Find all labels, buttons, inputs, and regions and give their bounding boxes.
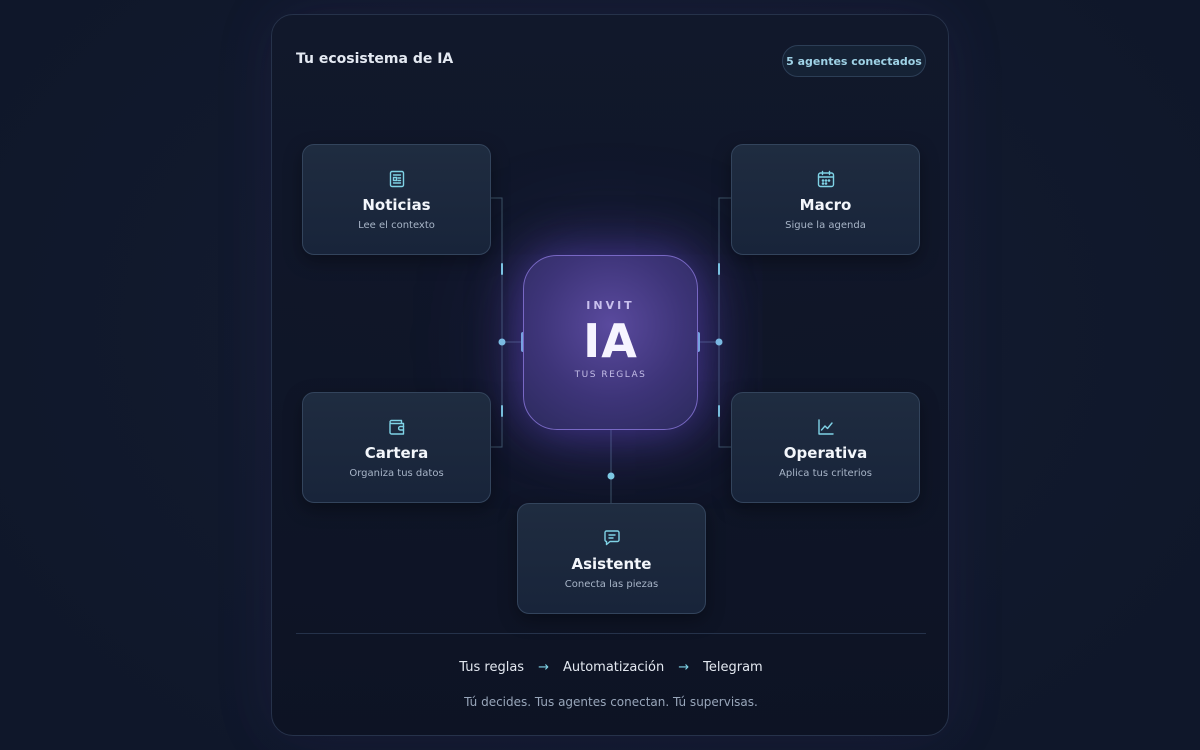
agent-card-cartera[interactable]: Cartera Organiza tus datos bbox=[302, 392, 491, 503]
flow-step-telegram: Telegram bbox=[703, 660, 763, 675]
agent-subtitle: Lee el contexto bbox=[358, 220, 435, 231]
agent-title: Cartera bbox=[364, 444, 429, 462]
agent-subtitle: Conecta las piezas bbox=[564, 579, 659, 590]
hub-title: IA bbox=[583, 314, 638, 368]
flow-step-rules: Tus reglas bbox=[459, 660, 525, 675]
hub-prefix: INVIT bbox=[586, 299, 635, 312]
ecosystem-panel: Tu ecosistema de IA 5 agentes conectados… bbox=[271, 14, 949, 736]
agent-card-operativa[interactable]: Operativa Aplica tus criterios bbox=[731, 392, 920, 503]
agent-title: Operativa bbox=[783, 444, 868, 462]
footer-divider bbox=[296, 633, 926, 634]
wallet-icon bbox=[387, 417, 407, 437]
connected-agents-badge[interactable]: 5 agentes conectados bbox=[782, 45, 926, 77]
agent-subtitle: Sigue la agenda bbox=[785, 220, 866, 231]
chat-icon bbox=[602, 528, 622, 548]
hub-subtitle: TUS REGLAS bbox=[574, 370, 647, 380]
agent-title: Noticias bbox=[362, 196, 431, 214]
agent-card-macro[interactable]: Macro Sigue la agenda bbox=[731, 144, 920, 255]
flow-step-automation: Automatización bbox=[562, 660, 665, 675]
arrow-right-icon: → bbox=[538, 660, 549, 675]
agent-subtitle: Aplica tus criterios bbox=[779, 468, 872, 479]
agent-card-asistente[interactable]: Asistente Conecta las piezas bbox=[517, 503, 706, 614]
ia-hub[interactable]: INVIT IA TUS REGLAS bbox=[523, 255, 698, 430]
panel-title: Tu ecosistema de IA bbox=[296, 51, 454, 67]
calendar-icon bbox=[816, 169, 836, 189]
arrow-right-icon: → bbox=[678, 660, 690, 675]
agent-title: Macro bbox=[799, 196, 852, 214]
workflow-steps: Tus reglas → Automatización → Telegram bbox=[272, 660, 950, 675]
agent-subtitle: Organiza tus datos bbox=[349, 468, 444, 479]
line-chart-icon bbox=[816, 417, 836, 437]
newspaper-icon bbox=[387, 169, 407, 189]
agent-card-noticias[interactable]: Noticias Lee el contexto bbox=[302, 144, 491, 255]
tagline: Tú decides. Tus agentes conectan. Tú sup… bbox=[464, 695, 758, 709]
agent-title: Asistente bbox=[571, 555, 652, 573]
